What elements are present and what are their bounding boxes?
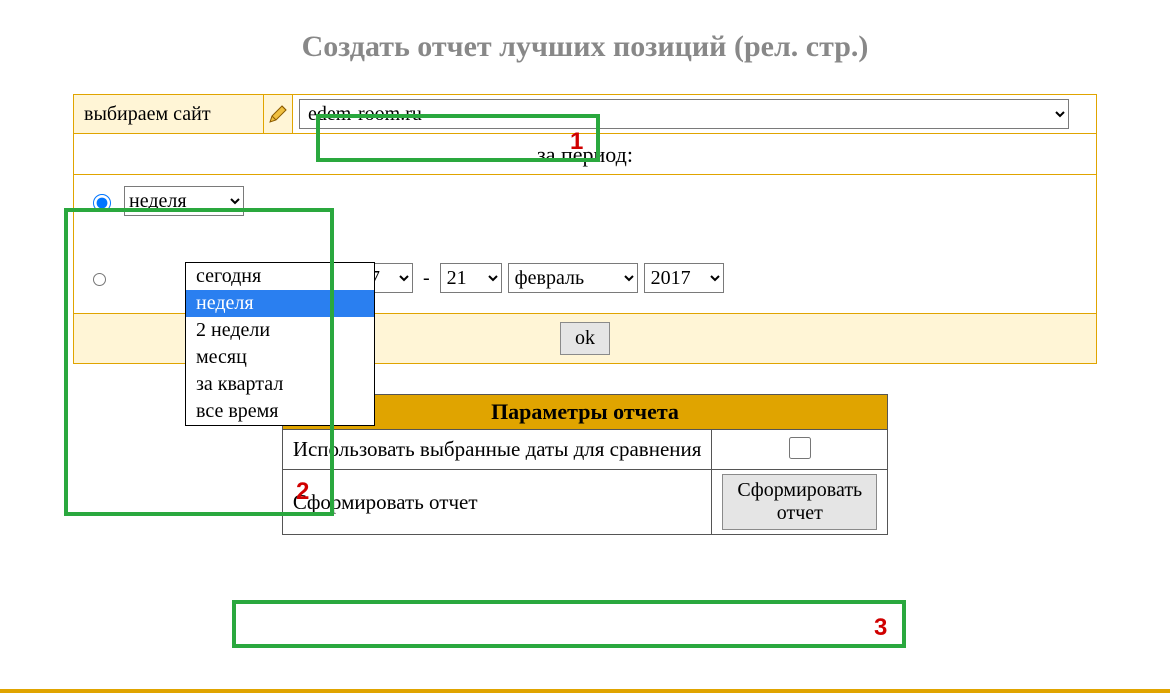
date-dash: - [419, 267, 434, 290]
period-mode-daterange-radio[interactable] [93, 273, 106, 286]
generate-report-button[interactable]: Сформировать отчет [722, 474, 877, 530]
period-preset-select[interactable]: неделя [124, 186, 244, 216]
dropdown-option[interactable]: месяц [186, 344, 374, 371]
table-row: Использовать выбранные даты для сравнени… [282, 430, 887, 470]
date-to-year-select[interactable]: 2017 [644, 263, 724, 293]
dropdown-option[interactable]: 2 недели [186, 317, 374, 344]
ok-button[interactable]: ok [560, 322, 610, 355]
site-select[interactable]: edem-room.ru [299, 99, 1069, 129]
param-label-generate: Сформировать отчет [282, 470, 712, 535]
date-to-month-select[interactable]: февраль [508, 263, 638, 293]
annotation-number-3: 3 [874, 614, 887, 642]
dropdown-option[interactable]: за квартал [186, 371, 374, 398]
dropdown-option[interactable]: все время [186, 398, 374, 425]
divider [0, 689, 1170, 693]
dropdown-option[interactable]: неделя [186, 290, 374, 317]
compare-dates-checkbox[interactable] [789, 437, 811, 459]
period-caption: за период: [74, 134, 1097, 175]
annotation-box-3 [232, 600, 906, 648]
dropdown-option[interactable]: сегодня [186, 263, 374, 290]
param-label-compare-dates: Использовать выбранные даты для сравнени… [282, 430, 712, 470]
pencil-icon[interactable] [268, 104, 288, 124]
period-mode-preset-radio[interactable] [93, 194, 111, 212]
preset-dropdown-open[interactable]: сегодня неделя 2 недели месяц за квартал… [185, 262, 375, 426]
date-to-day-select[interactable]: 21 [440, 263, 502, 293]
page-title: Создать отчет лучших позиций (рел. стр.) [0, 30, 1170, 64]
site-label: выбираем сайт [74, 95, 264, 134]
table-row: Сформировать отчет Сформировать отчет [282, 470, 887, 535]
